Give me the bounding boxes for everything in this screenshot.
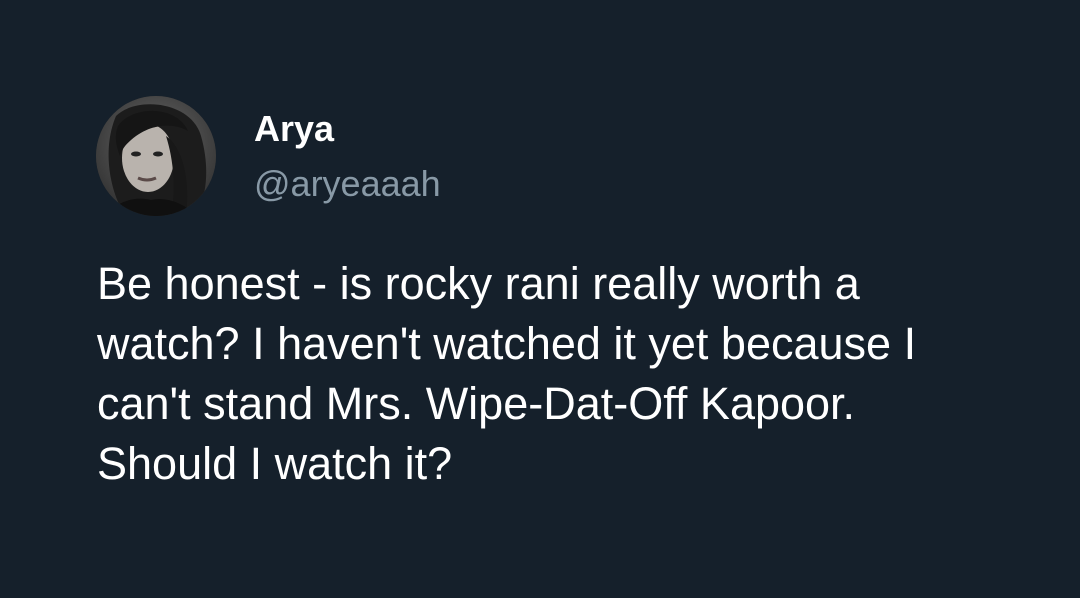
tweet-text: Be honest - is rocky rani really worth a… [97, 258, 917, 489]
avatar[interactable] [96, 96, 216, 216]
author-handle[interactable]: @aryeaaah [254, 162, 441, 206]
tweet-card: Arya @aryeaaah Be honest - is rocky rani… [0, 0, 1080, 598]
author-display-name[interactable]: Arya [254, 107, 334, 151]
profile-photo-icon [96, 96, 216, 216]
